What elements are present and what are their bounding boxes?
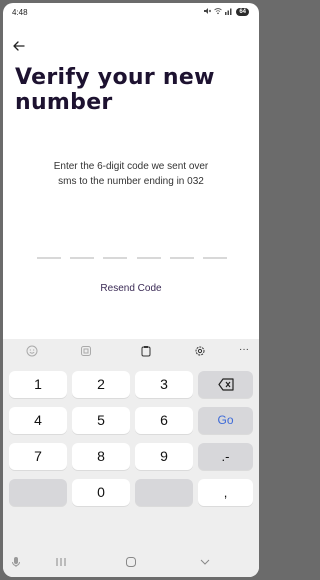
backspace-icon: [217, 378, 234, 391]
code-digit-slot[interactable]: [169, 257, 194, 259]
instructions-line-1: Enter the 6-digit code we sent over: [53, 161, 209, 172]
period-dash-key[interactable]: .-: [198, 443, 253, 470]
key-7[interactable]: 7: [9, 443, 67, 470]
key-0[interactable]: 0: [72, 479, 130, 506]
go-key[interactable]: Go: [198, 407, 253, 434]
home-icon[interactable]: [125, 556, 137, 571]
resend-code-link[interactable]: Resend Code: [3, 283, 259, 294]
chevron-down-icon[interactable]: [199, 556, 211, 571]
instructions-text: Enter the 6-digit code we sent over sms …: [3, 159, 259, 189]
code-digit-slot[interactable]: [202, 257, 227, 259]
key-9[interactable]: 9: [135, 443, 193, 470]
clipboard-icon[interactable]: [139, 344, 153, 358]
code-digit-slot[interactable]: [103, 257, 128, 259]
emoji-icon[interactable]: [25, 344, 39, 358]
key-3[interactable]: 3: [135, 371, 193, 398]
status-bar: 4:48 64: [3, 3, 259, 21]
code-input[interactable]: [37, 257, 227, 259]
key-6[interactable]: 6: [135, 407, 193, 434]
page-title: Verify your new number: [15, 65, 215, 115]
signal-icon: [225, 7, 233, 17]
wifi-icon: [214, 7, 223, 17]
key-5[interactable]: 5: [72, 407, 130, 434]
code-digit-slot[interactable]: [37, 257, 61, 259]
battery-icon: 64: [236, 8, 249, 16]
microphone-icon[interactable]: [11, 556, 21, 571]
code-digit-slot[interactable]: [70, 257, 95, 259]
recent-apps-icon[interactable]: [55, 556, 67, 571]
status-icons: 64: [203, 7, 249, 17]
more-icon[interactable]: ···: [237, 344, 251, 358]
blank-key-left[interactable]: [9, 479, 67, 506]
key-4[interactable]: 4: [9, 407, 67, 434]
status-time: 4:48: [12, 8, 28, 17]
comma-key[interactable]: ,: [198, 479, 253, 506]
blank-key-right[interactable]: [135, 479, 193, 506]
key-8[interactable]: 8: [72, 443, 130, 470]
sticker-icon[interactable]: [79, 344, 93, 358]
system-nav-bar: [3, 549, 259, 577]
instructions-line-2: sms to the number ending in 032: [58, 176, 204, 187]
code-digit-slot[interactable]: [136, 257, 161, 259]
back-arrow-icon[interactable]: [12, 39, 26, 53]
key-1[interactable]: 1: [9, 371, 67, 398]
keyboard-toolbar: ···: [3, 339, 259, 363]
backspace-key[interactable]: [198, 371, 253, 398]
mute-icon: [203, 7, 212, 17]
settings-icon[interactable]: [193, 344, 207, 358]
numeric-keyboard: ··· 1 2 3 4 5 6 Go 7 8 9 .- 0 ,: [3, 339, 259, 577]
key-2[interactable]: 2: [72, 371, 130, 398]
phone-screen: 4:48 64 Verify your new number Enter the…: [3, 3, 259, 577]
